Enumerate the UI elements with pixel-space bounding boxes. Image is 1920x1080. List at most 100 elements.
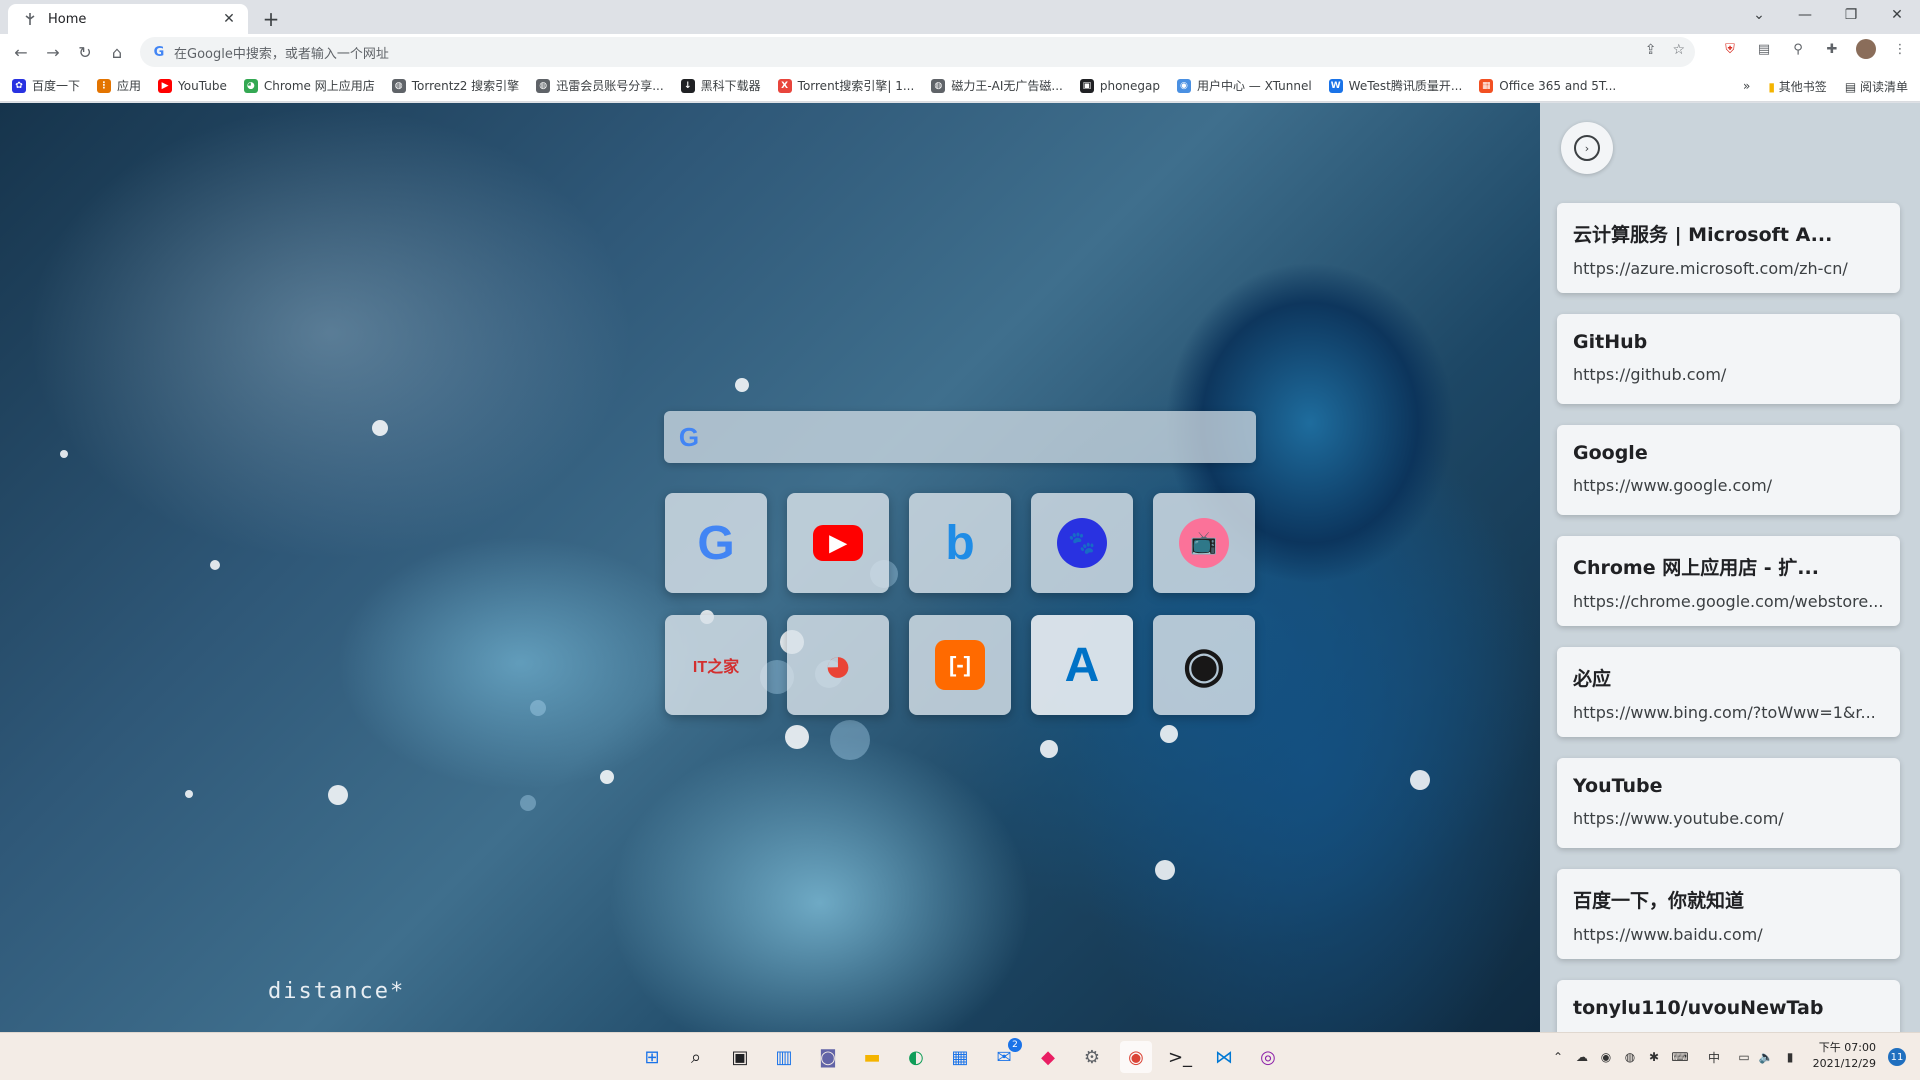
history-card-title: Google	[1573, 442, 1648, 464]
bookmark-star-icon[interactable]: ☆	[1672, 42, 1685, 58]
teams-chat-icon[interactable]: ◙	[812, 1041, 844, 1073]
task-view-icon[interactable]: ▣	[724, 1041, 756, 1073]
bookmark-item[interactable]: ✿ 百度一下	[12, 77, 80, 94]
shortcut-baidu[interactable]: 🐾	[1031, 493, 1133, 593]
bookmark-item[interactable]: ▣ phonegap	[1079, 78, 1160, 93]
reload-button[interactable]: ↻	[70, 37, 100, 67]
home-button[interactable]: ⌂	[102, 37, 132, 67]
history-card-url: https://chrome.google.com/webstore...	[1573, 592, 1884, 611]
extensions-puzzle-icon[interactable]: ✚	[1822, 39, 1842, 59]
volume-icon[interactable]: 🔈	[1756, 1047, 1776, 1067]
bookmark-item[interactable]: ↓ 黑科下载器	[680, 77, 761, 94]
tray-chevron-icon[interactable]: ⌃	[1548, 1047, 1568, 1067]
shortcut-youtube[interactable]: ▶	[787, 493, 889, 593]
settings-icon[interactable]: ⚙	[1076, 1041, 1108, 1073]
bookmark-item[interactable]: ⋮ 应用	[97, 77, 141, 94]
shortcut-azure[interactable]: A	[1031, 615, 1133, 715]
history-card[interactable]: Google https://www.google.com/	[1557, 425, 1900, 515]
tab-close-icon[interactable]: ✕	[220, 10, 238, 28]
taskbar: ⊞ ⌕ ▣ ▥ ◙ ▬ ◐ ▦ ✉ 2 ◆ ⚙ ◉ >_ ⋈ ◎ ⌃ ☁ ◉ ◍ ✱ ⌨ 中 ▭ 🔈 ▮ 下午…	[0, 1032, 1920, 1080]
shield-extension-icon[interactable]: ⛨	[1720, 39, 1740, 59]
history-card[interactable]: 云计算服务 | Microsoft A... https://azure.micr…	[1557, 203, 1900, 293]
menu-kebab-icon[interactable]: ⋮	[1890, 39, 1910, 59]
widgets-icon[interactable]: ▥	[768, 1041, 800, 1073]
history-card[interactable]: 必应 https://www.bing.com/?toWww=1&r...	[1557, 647, 1900, 737]
shortcut-bing[interactable]: b	[909, 493, 1011, 593]
onedrive-icon[interactable]: ☁	[1572, 1047, 1592, 1067]
qq-icon[interactable]: ◍	[1620, 1047, 1640, 1067]
history-card[interactable]: Chrome 网上应用店 - 扩... https://chrome.google…	[1557, 536, 1900, 626]
chrome-icon[interactable]: ◉	[1120, 1041, 1152, 1073]
microsoft-icon: ▦	[1479, 78, 1494, 93]
bokeh-light	[210, 560, 220, 570]
bookmark-item[interactable]: ▦ Office 365 and 5T...	[1479, 78, 1617, 93]
bookmark-item[interactable]: W WeTest腾讯质量开...	[1328, 77, 1462, 94]
history-card[interactable]: GitHub https://github.com/	[1557, 314, 1900, 404]
bookmarks-right: » ▮ 其他书签 ▤ 阅读清单	[1743, 70, 1908, 102]
close-window-button[interactable]: ✕	[1874, 0, 1920, 30]
clock[interactable]: 下午 07:00 2021/12/29	[1813, 1040, 1876, 1072]
vscode-icon[interactable]: ⋈	[1208, 1041, 1240, 1073]
shortcut-aliyun[interactable]: [-]	[909, 615, 1011, 715]
tab-title: Home	[48, 11, 87, 27]
bookmark-label: 应用	[117, 79, 142, 93]
shortcut-chrome-webstore[interactable]: ◕	[787, 615, 889, 715]
history-card-title: 必应	[1573, 668, 1612, 690]
network-icon[interactable]: ▭	[1734, 1047, 1754, 1067]
address-bar[interactable]: G 在Google中搜索，或者输入一个网址 ⇪ ☆	[140, 37, 1695, 67]
tab-search-icon[interactable]: ⌄	[1736, 0, 1782, 30]
bookmark-item[interactable]: ▶ YouTube	[158, 78, 227, 93]
bookmark-item[interactable]: X Torrent搜索引擎| 1...	[777, 77, 914, 94]
wallpaper-signature: distance*	[268, 979, 406, 1004]
restore-button[interactable]: ❐	[1828, 0, 1874, 30]
pin-extension-icon[interactable]: ⚲	[1788, 39, 1808, 59]
notification-badge[interactable]: 11	[1888, 1048, 1906, 1066]
ime-indicator[interactable]: 中	[1704, 1047, 1724, 1067]
bookmark-item[interactable]: ◉ 用户中心 — XTunnel	[1176, 77, 1312, 94]
store-icon[interactable]: ▦	[944, 1041, 976, 1073]
search-box[interactable]: G	[664, 411, 1256, 463]
search-icon[interactable]: ⌕	[680, 1041, 712, 1073]
steam-icon[interactable]: ◉	[1596, 1047, 1616, 1067]
bookmark-item[interactable]: ◍ 磁力王-AI无广告磁...	[931, 77, 1063, 94]
reading-list-button[interactable]: ▤ 阅读清单	[1845, 78, 1908, 95]
new-tab-button[interactable]: +	[258, 6, 284, 32]
shortcut-bilibili[interactable]: 📺	[1153, 493, 1255, 593]
history-card[interactable]: 百度一下，你就知道 https://www.baidu.com/	[1557, 869, 1900, 959]
minimize-button[interactable]: —	[1782, 0, 1828, 30]
terminal-icon[interactable]: >_	[1164, 1041, 1196, 1073]
other-bookmarks-folder[interactable]: ▮ 其他书签	[1768, 78, 1826, 95]
shortcut-ithome[interactable]: IT之家	[665, 615, 767, 715]
folder-icon: ▮	[1768, 79, 1775, 94]
google-icon: G	[153, 44, 165, 60]
podcast-icon[interactable]: ◎	[1252, 1041, 1284, 1073]
start-icon[interactable]: ⊞	[636, 1041, 668, 1073]
forward-button[interactable]: →	[38, 37, 68, 67]
back-button[interactable]: ←	[6, 37, 36, 67]
bilibili-icon: 📺	[1179, 518, 1229, 568]
download-icon: ↓	[680, 78, 695, 93]
shortcut-github[interactable]: ◉	[1153, 615, 1255, 715]
x-icon: X	[777, 78, 792, 93]
battery-icon[interactable]: ▮	[1780, 1047, 1800, 1067]
photos-icon[interactable]: ◆	[1032, 1041, 1064, 1073]
profile-avatar[interactable]	[1856, 39, 1876, 59]
extension-grid-icon[interactable]: ▤	[1754, 39, 1774, 59]
bookmark-item[interactable]: ◍ 迅雷会员账号分享...	[536, 77, 664, 94]
bluetooth-icon[interactable]: ✱	[1644, 1047, 1664, 1067]
file-explorer-icon[interactable]: ▬	[856, 1041, 888, 1073]
history-card[interactable]: YouTube https://www.youtube.com/	[1557, 758, 1900, 848]
tab-home[interactable]: Home ✕	[8, 4, 248, 34]
panel-toggle-button[interactable]: ›	[1561, 122, 1613, 174]
bookmark-item[interactable]: ◕ Chrome 网上应用店	[243, 77, 375, 94]
bookmark-item[interactable]: ◍ Torrentz2 搜索引擎	[391, 77, 519, 94]
xtunnel-icon: ◉	[1176, 78, 1191, 93]
edge-icon[interactable]: ◐	[900, 1041, 932, 1073]
share-icon[interactable]: ⇪	[1645, 42, 1657, 58]
keyboard-icon[interactable]: ⌨	[1670, 1047, 1690, 1067]
shortcut-google[interactable]: G	[665, 493, 767, 593]
github-icon: ◉	[1183, 639, 1225, 692]
more-bookmarks-button[interactable]: »	[1743, 79, 1750, 93]
history-card[interactable]: tonylu110/uvouNewTab	[1557, 980, 1900, 1032]
bookmark-label: Office 365 and 5T...	[1499, 78, 1617, 93]
